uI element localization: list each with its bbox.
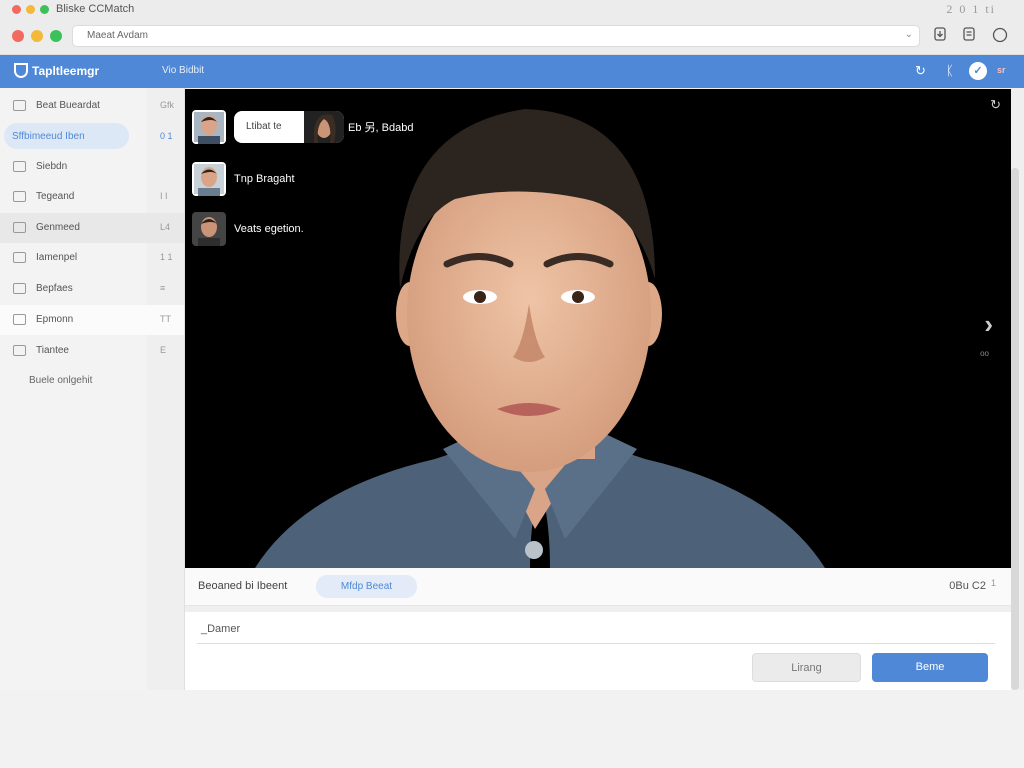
- tray-icon: [13, 283, 26, 294]
- collapse-icon[interactable]: ᛕ: [946, 63, 954, 78]
- minimize-window-button[interactable]: [26, 5, 35, 14]
- window-titlebar: Bliske CCMatch 2 0 1 ti: [0, 0, 1024, 20]
- header-mini-badge: sr: [997, 65, 1006, 75]
- shield-icon: [14, 63, 28, 78]
- toolbar-green-button[interactable]: [50, 30, 62, 42]
- confirm-button[interactable]: Beme: [872, 653, 988, 682]
- toolbar-yellow-button[interactable]: [31, 30, 43, 42]
- window-bottom-area: [0, 690, 1024, 768]
- sidebar-item-selected[interactable]: Sffbimeeud Iben 0 1: [0, 122, 184, 152]
- avatar[interactable]: ✓: [969, 62, 987, 80]
- participant-label: Veats egetion.: [234, 223, 304, 235]
- sidebar-item-count: E: [160, 345, 167, 355]
- header-center-label[interactable]: Vio Bidbit: [162, 65, 204, 76]
- next-arrow-caption: oo: [980, 349, 989, 358]
- sidebar-item[interactable]: Tiantee E: [0, 336, 184, 366]
- sidebar-item-count: Gfk: [160, 100, 175, 110]
- chevron-down-icon[interactable]: ⌄: [905, 29, 913, 40]
- caption-label: Beoaned bi Ibeent: [198, 580, 288, 592]
- sidebar-item-count: 1 1: [160, 252, 173, 262]
- window-controls: [12, 5, 49, 14]
- sidebar-footer-link[interactable]: Buele onlgehit: [29, 375, 92, 386]
- sidebar-item-label: Tiantee: [36, 345, 69, 356]
- sidebar-item-count: L4: [160, 222, 171, 232]
- caption-chip-button[interactable]: Mfdp Beeat: [316, 575, 417, 598]
- download-icon[interactable]: [932, 27, 948, 43]
- grid-icon: [13, 314, 26, 325]
- sidebar-item[interactable]: Tegeand I I: [0, 182, 184, 212]
- caption-bar: Beoaned bi Ibeent Mfdp Beeat 0Bu C2 1: [185, 568, 1011, 606]
- scrollbar[interactable]: [1011, 168, 1019, 690]
- sidebar-item-count: ≡: [160, 283, 166, 293]
- video-stage[interactable]: Ltibat te Eb 另, Bdabd Tnp Bragaht Veats …: [185, 89, 1011, 568]
- sidebar-item[interactable]: Iamenpel 1 1: [0, 243, 184, 273]
- window-title: Bliske CCMatch: [56, 3, 135, 15]
- list-icon: [13, 100, 26, 111]
- sidebar-item-count: TT: [160, 314, 171, 324]
- sidebar-item[interactable]: Siebdn: [0, 152, 184, 182]
- window-top-right-text: 2 0 1 ti: [946, 2, 996, 16]
- participant-tile[interactable]: Ltibat te Eb 另, Bdabd: [192, 110, 413, 144]
- sidebar-item-label: Sffbimeeud Iben: [12, 131, 85, 142]
- participant-inline-thumbnail: [304, 111, 344, 143]
- message-input[interactable]: _Damer: [197, 620, 995, 644]
- main-speaker-video: [255, 109, 825, 568]
- sidebar-item[interactable]: Beat Bueardat Gfk: [0, 91, 184, 121]
- box-icon: [13, 252, 26, 263]
- participant-thumbnail: [192, 162, 226, 196]
- sidebar-item-count: I I: [160, 191, 168, 201]
- speech-bubble: Ltibat te: [234, 111, 344, 143]
- address-text: Maeat Avdam: [87, 30, 148, 41]
- caption-status: 0Bu C2: [949, 580, 986, 592]
- sidebar-item-label: Iamenpel: [36, 252, 78, 263]
- circle-icon[interactable]: [992, 27, 1008, 43]
- sidebar-item-label: Epmonn: [36, 314, 74, 325]
- zoom-window-button[interactable]: [40, 5, 49, 14]
- rotate-icon[interactable]: ↻: [990, 97, 1001, 113]
- sidebar-item-label: Genmeed: [36, 222, 80, 233]
- browser-toolbar: Maeat Avdam ⌄: [0, 20, 1024, 55]
- composer: _Damer Lirang Beme: [185, 612, 1011, 690]
- caption-status-small: 1: [990, 578, 996, 588]
- sidebar: Beat Bueardat Gfk Sffbimeeud Iben 0 1 Si…: [0, 88, 185, 690]
- toolbar-controls: [12, 30, 62, 42]
- folder-icon: [13, 345, 26, 356]
- app-brand[interactable]: Tapltleemgr: [14, 63, 99, 78]
- sidebar-item[interactable]: Genmeed L4: [0, 213, 184, 243]
- participant-thumbnail: [192, 110, 226, 144]
- sidebar-item[interactable]: Epmonn TT: [0, 305, 184, 335]
- document-icon[interactable]: [961, 27, 977, 43]
- address-bar[interactable]: Maeat Avdam ⌄: [72, 25, 920, 47]
- folder-icon: [13, 222, 26, 233]
- next-arrow-icon[interactable]: ›: [984, 309, 993, 340]
- participant-thumbnail: [192, 212, 226, 246]
- participant-caption: Eb 另, Bdabd: [348, 122, 414, 134]
- cancel-button[interactable]: Lirang: [752, 653, 861, 682]
- sidebar-item-label: Beat Bueardat: [36, 100, 100, 111]
- participant-label: Tnp Bragaht: [234, 173, 295, 185]
- app-header: Tapltleemgr Vio Bidbit ↻ ᛕ ✓ sr: [0, 55, 1024, 88]
- sidebar-item-label: Siebdn: [36, 161, 68, 172]
- sidebar-item-label: Tegeand: [36, 191, 75, 202]
- file-icon: [13, 161, 26, 172]
- check-icon: [13, 191, 26, 202]
- sidebar-item-count: 0 1: [160, 131, 173, 141]
- participant-label: Ltibat te: [246, 121, 282, 132]
- toolbar-red-button[interactable]: [12, 30, 24, 42]
- participant-tile[interactable]: Tnp Bragaht: [192, 162, 295, 196]
- sidebar-item-label: Bepfaes: [36, 283, 73, 294]
- refresh-icon[interactable]: ↻: [915, 63, 926, 79]
- close-window-button[interactable]: [12, 5, 21, 14]
- brand-name: Tapltleemgr: [32, 63, 100, 78]
- sidebar-item[interactable]: Bepfaes ≡: [0, 274, 184, 304]
- participant-tile[interactable]: Veats egetion.: [192, 212, 304, 246]
